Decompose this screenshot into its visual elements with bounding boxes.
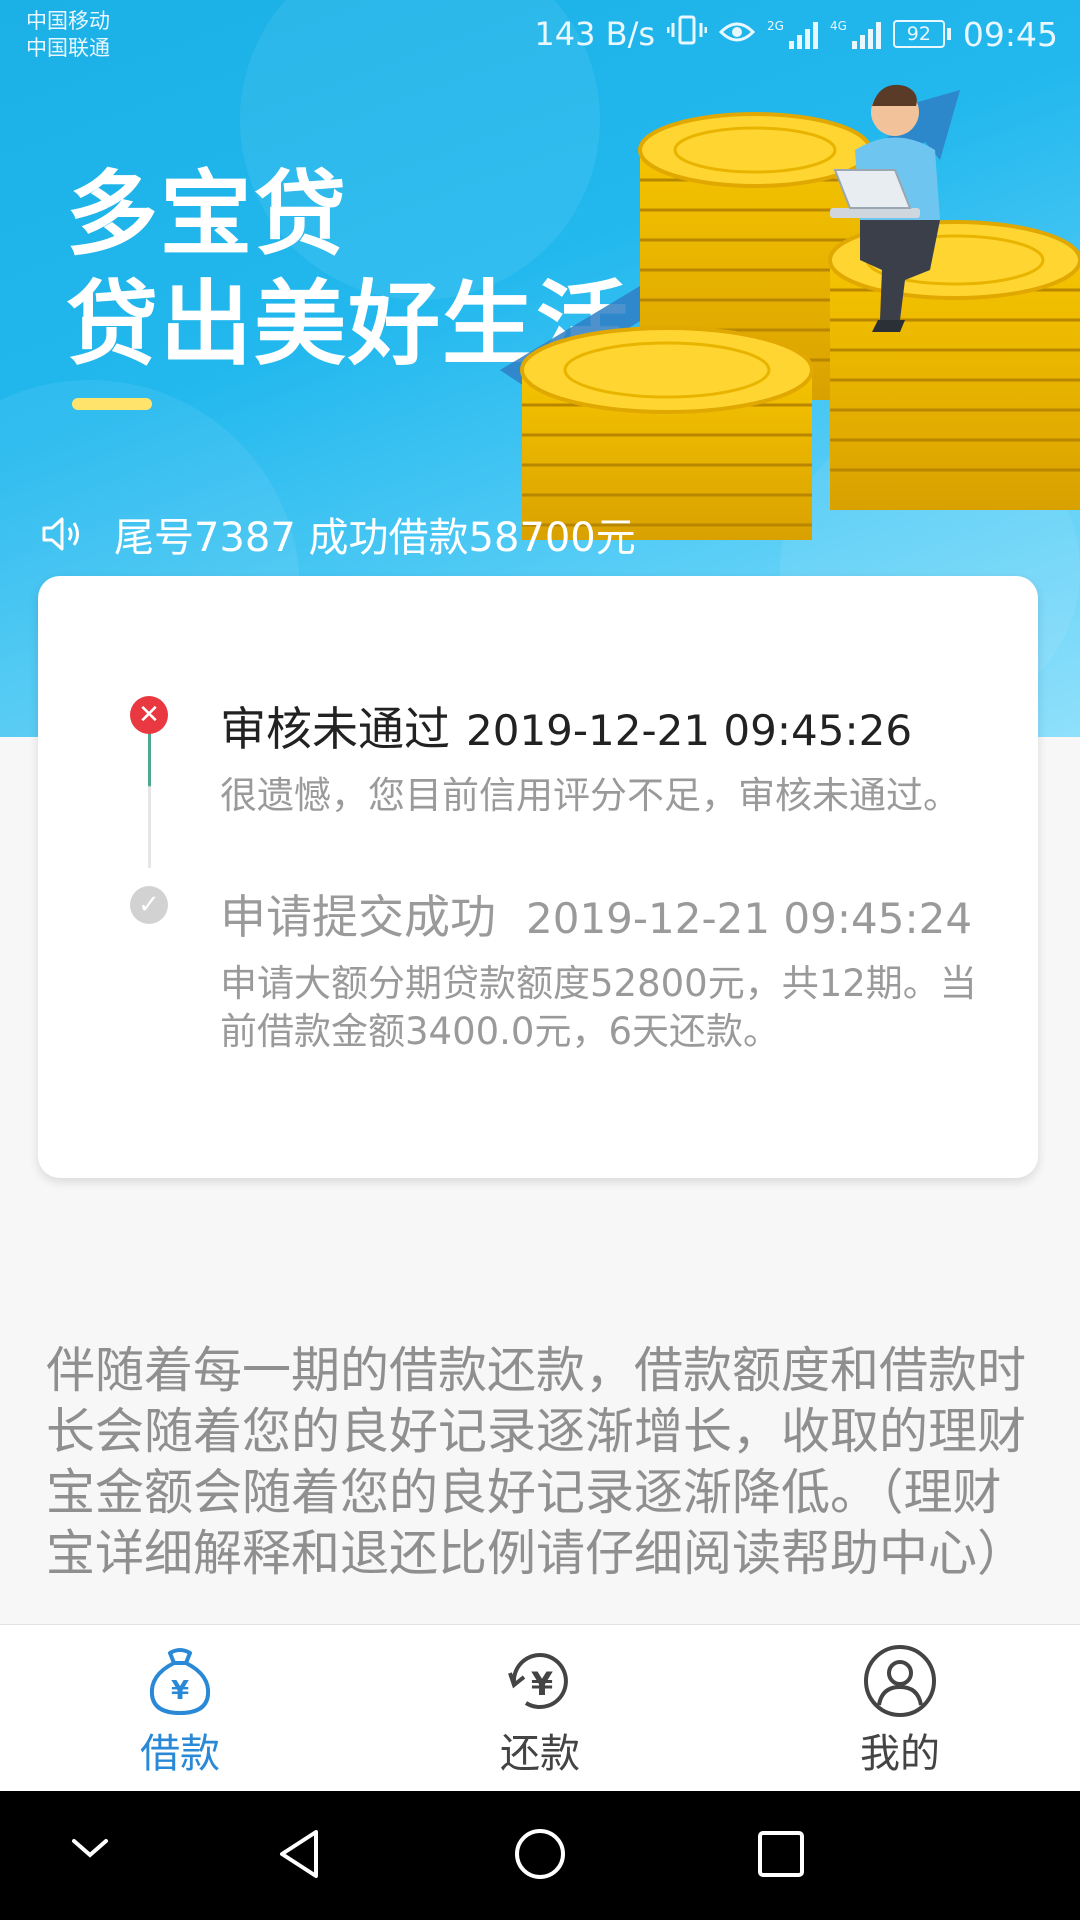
loan-announcement: 尾号7387 成功借款58700元 <box>40 505 636 563</box>
recent-apps-icon[interactable] <box>756 1829 806 1879</box>
headline-underline <box>72 398 152 410</box>
application-status-card: ✕ ✓ 审核未通过 2019-12-21 09:45:26 很遗憾，您目前信用评分… <box>38 576 1038 1178</box>
coins-illustration <box>500 84 1080 540</box>
system-nav-bar <box>0 1791 1080 1920</box>
eye-comfort-icon <box>718 15 756 54</box>
tab-borrow[interactable]: ¥ 借款 <box>0 1625 360 1791</box>
tab-repay[interactable]: ¥ 还款 <box>360 1625 720 1791</box>
back-icon[interactable] <box>274 1827 324 1881</box>
speaker-icon <box>42 517 79 551</box>
announcement-text: 尾号7387 成功借款58700元 <box>114 515 636 561</box>
clock: 09:45 <box>962 14 1058 54</box>
tab-label: 还款 <box>500 1731 580 1777</box>
status-bar: 中国移动 中国联通 143 B/s 2G 4G 92 09:45 <box>0 0 1080 70</box>
carrier-2: 中国联通 <box>26 36 110 60</box>
home-icon[interactable] <box>513 1827 567 1881</box>
carrier-names: 中国移动 中国联通 <box>26 8 110 62</box>
battery-icon: 92 <box>892 20 951 48</box>
svg-text:¥: ¥ <box>171 1676 189 1706</box>
signal-sim2-icon: 4G <box>830 19 881 49</box>
status-description: 申请大额分期贷款额度52800元，共12期。当前借款金额3400.0元，6天还款… <box>220 962 977 1053</box>
status-description: 很遗憾，您目前信用评分不足，审核未通过。 <box>220 774 960 817</box>
vibrate-icon <box>666 14 708 54</box>
tab-label: 我的 <box>860 1731 940 1777</box>
status-time: 2019-12-21 09:45:24 <box>526 894 973 943</box>
status-time: 2019-12-21 09:45:26 <box>466 706 913 755</box>
timeline-item-submitted: 申请提交成功 2019-12-21 09:45:24 申请大额分期贷款额度5280… <box>220 888 1010 1056</box>
money-bag-icon: ¥ <box>149 1648 211 1716</box>
svg-text:¥: ¥ <box>531 1665 553 1703</box>
signal-sim1-icon: 2G <box>767 19 818 49</box>
yuan-refresh-icon: ¥ <box>508 1653 568 1709</box>
user-icon <box>864 1645 936 1717</box>
check-icon: ✓ <box>130 886 168 924</box>
timeline-item-rejected: 审核未通过 2019-12-21 09:45:26 很遗憾，您目前信用评分不足，审… <box>220 700 1010 820</box>
network-speed: 143 B/s <box>534 15 656 53</box>
tab-mine[interactable]: 我的 <box>720 1625 1080 1791</box>
loan-info-text: 伴随着每一期的借款还款，借款额度和借款时长会随着您的良好记录逐渐增长，收取的理财… <box>46 1342 1027 1582</box>
timeline-connector <box>148 718 151 868</box>
carrier-1: 中国移动 <box>26 9 110 33</box>
status-title: 申请提交成功 <box>220 890 496 944</box>
close-icon: ✕ <box>130 696 168 734</box>
bottom-tab-bar: ¥ 借款 ¥ 还款 我的 <box>0 1624 1080 1791</box>
tab-label: 借款 <box>140 1731 220 1777</box>
status-title: 审核未通过 <box>220 702 450 756</box>
chevron-down-icon[interactable] <box>70 1835 110 1861</box>
battery-level: 92 <box>892 20 945 48</box>
